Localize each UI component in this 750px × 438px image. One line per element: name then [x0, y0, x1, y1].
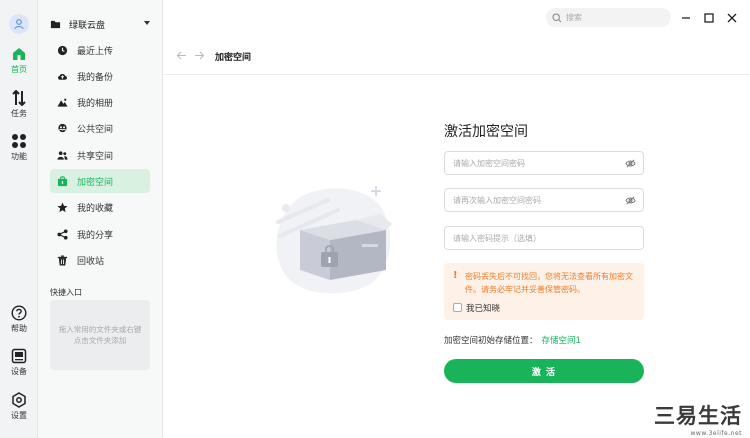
search-icon	[552, 12, 562, 22]
rail-settings-label: 设置	[11, 411, 27, 420]
sidebar-item-my-backup[interactable]: 我的备份	[50, 64, 150, 88]
maximize-icon	[704, 13, 714, 23]
sidebar-item-recent-uploads[interactable]: 最近上传	[50, 38, 150, 62]
rail-functions-label: 功能	[11, 152, 27, 161]
storage-location-label: 加密空间初始存储位置：	[444, 336, 538, 346]
arrow-right-icon	[194, 51, 204, 59]
rail-device-label: 设备	[11, 367, 27, 376]
device-icon	[11, 348, 27, 364]
trash-icon	[57, 255, 68, 266]
password-hint-field[interactable]: 请输入密码提示（选填）	[444, 226, 644, 250]
rail-device[interactable]: 设备	[0, 348, 38, 377]
form-title: 激活加密空间	[444, 124, 528, 140]
sidebar-nav: 最近上传 我的备份 我的相册 公共空间 共享空间 加密空间 我的收藏 我的分享	[50, 38, 150, 275]
home-icon	[13, 48, 25, 60]
sidebar-item-label: 最近上传	[77, 46, 114, 57]
confirm-password-field[interactable]: 请再次输入加密空间密码	[444, 188, 644, 212]
quick-access-title: 快捷入口	[50, 288, 82, 297]
encrypted-box-illustration	[276, 186, 392, 294]
user-icon	[14, 19, 24, 30]
sidebar-item-label: 我的分享	[77, 230, 114, 241]
sidebar: 绿联云盘 最近上传 我的备份 我的相册 公共空间 共享空间 加密空间 我的收藏 …	[38, 0, 163, 438]
back-button[interactable]	[175, 49, 187, 61]
storage-location-value[interactable]: 存储空间1	[542, 336, 581, 346]
folder-icon	[50, 20, 61, 28]
transfer-icon	[12, 90, 26, 106]
clock-icon	[57, 45, 68, 55]
password-hint-placeholder: 请输入密码提示（选填）	[453, 233, 541, 243]
sidebar-item-my-favorites[interactable]: 我的收藏	[50, 196, 150, 220]
sidebar-item-public-space[interactable]: 公共空间	[50, 117, 150, 141]
close-icon	[727, 13, 737, 23]
sidebar-item-label: 我的备份	[77, 72, 114, 83]
drive-name: 绿联云盘	[69, 20, 106, 31]
page-title: 加密空间	[215, 53, 252, 63]
drive-selector[interactable]: 绿联云盘	[50, 14, 150, 34]
rail-tasks-label: 任务	[11, 109, 27, 118]
sidebar-item-my-album[interactable]: 我的相册	[50, 91, 150, 115]
chevron-down-icon[interactable]	[144, 21, 150, 25]
forward-button[interactable]	[193, 49, 205, 61]
confirm-password-placeholder: 请再次输入加密空间密码	[453, 195, 541, 205]
eye-off-icon[interactable]	[625, 195, 636, 206]
share-icon	[57, 229, 68, 240]
quick-access-hint: 拖入常用的文件夹或右键点击文件夹添加	[58, 325, 142, 345]
warning-text: 密码丢失后不可找回，您将无法查看所有加密文件。请务必牢记并妥善保管密码。	[465, 272, 633, 294]
acknowledge-checkbox[interactable]	[453, 303, 462, 312]
close-button[interactable]	[725, 11, 739, 25]
sidebar-item-label: 加密空间	[77, 177, 114, 188]
acknowledge-label[interactable]: 我已知晓	[466, 302, 500, 314]
search-input[interactable]: 搜索	[546, 8, 671, 27]
sidebar-item-label: 公共空间	[77, 125, 114, 136]
quick-access-drop-zone[interactable]: 拖入常用的文件夹或右键点击文件夹添加	[50, 300, 150, 370]
eye-off-icon[interactable]	[625, 158, 636, 169]
rail-settings[interactable]: 设置	[0, 392, 38, 421]
rail-help-label: 帮助	[11, 324, 27, 333]
breadcrumb: 加密空间	[163, 36, 750, 75]
password-placeholder: 请输入加密空间密码	[453, 158, 525, 168]
rail-home[interactable]: 首页	[0, 46, 38, 75]
mountain-icon	[57, 98, 68, 107]
lock-box-icon	[57, 176, 68, 187]
users-icon	[57, 151, 68, 160]
password-field[interactable]: 请输入加密空间密码	[444, 151, 644, 175]
rail-functions[interactable]: 功能	[0, 133, 38, 162]
user-avatar[interactable]	[9, 14, 29, 34]
settings-icon	[12, 392, 26, 408]
sidebar-item-shared-space[interactable]: 共享空间	[50, 143, 150, 167]
help-icon	[11, 305, 27, 321]
rail-tasks[interactable]: 任务	[0, 90, 38, 119]
storage-location: 加密空间初始存储位置： 存储空间1	[444, 334, 581, 346]
search-placeholder: 搜索	[566, 13, 582, 22]
sidebar-item-encrypted-space[interactable]: 加密空间	[50, 169, 150, 194]
sidebar-item-label: 共享空间	[77, 151, 114, 162]
grid-icon	[12, 134, 26, 148]
warning-icon: !	[453, 270, 458, 281]
rail-help[interactable]: 帮助	[0, 305, 38, 334]
warning-box: ! 密码丢失后不可找回，您将无法查看所有加密文件。请务必牢记并妥善保管密码。 我…	[444, 263, 644, 320]
sidebar-item-recycle-bin[interactable]: 回收站	[50, 248, 150, 272]
cloud-upload-icon	[58, 73, 67, 80]
group-icon	[58, 124, 67, 133]
watermark-url: www.3elife.net	[690, 430, 742, 437]
star-icon	[57, 202, 68, 213]
sidebar-item-label: 我的相册	[77, 99, 114, 110]
minimize-button[interactable]	[679, 11, 693, 25]
top-bar: 搜索	[163, 0, 750, 36]
maximize-button[interactable]	[702, 11, 716, 25]
arrow-left-icon	[176, 51, 186, 59]
left-rail: 首页 任务 功能 帮助 设备 设置	[0, 0, 38, 438]
activate-button[interactable]: 激 活	[444, 359, 644, 383]
watermark-logo: 三易生活	[654, 404, 742, 428]
minimize-icon	[682, 17, 690, 19]
sidebar-item-my-shares[interactable]: 我的分享	[50, 222, 150, 246]
sidebar-item-label: 我的收藏	[77, 204, 114, 215]
sidebar-item-label: 回收站	[77, 256, 105, 267]
rail-home-label: 首页	[11, 65, 27, 74]
